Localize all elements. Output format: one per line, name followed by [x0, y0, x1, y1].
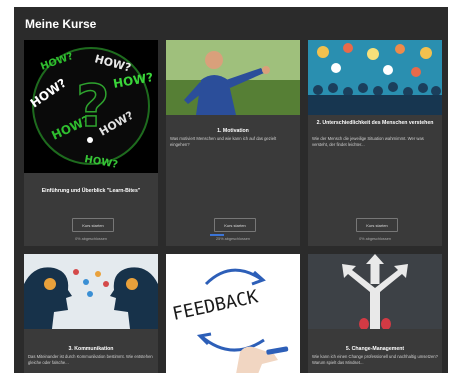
page-title: Meine Kurse — [25, 17, 97, 31]
courses-panel: Meine Kurse HOW? HOW? HOW? HOW? HOW? HOW… — [14, 7, 448, 373]
course-image-crowd[interactable] — [308, 40, 442, 115]
course-description: Was motiviert Menschen und wie kann ich … — [170, 136, 277, 147]
course-card-communication[interactable]: 3. Kommunikation Das Miteinander ist dur… — [24, 254, 158, 373]
course-title: 2. Unterschiedlichkeit des Menschen vers… — [316, 120, 434, 126]
crowd-speech-bubbles-icon — [308, 40, 442, 115]
feedback-writing-icon: FEEDBACK — [166, 254, 300, 373]
completion-text: 0% abgeschlossen — [359, 237, 391, 241]
course-image-feedback[interactable]: FEEDBACK — [166, 254, 300, 373]
course-card-diversity[interactable]: 2. Unterschiedlichkeit des Menschen vers… — [308, 40, 442, 246]
course-image-crossroads[interactable] — [308, 254, 442, 329]
course-title: Einführung und Überblick "Learn-Bites" — [41, 188, 141, 194]
course-description: Das Miteinander ist durch Kommunikation … — [28, 354, 153, 365]
course-grid: HOW? HOW? HOW? HOW? HOW? HOW? HOW? ? Ein… — [24, 40, 442, 373]
course-card-change[interactable]: 5. Change-Management Wie kann ich einen … — [308, 254, 442, 373]
start-course-button[interactable]: Kurs starten — [72, 218, 114, 232]
completion-text: 25% abgeschlossen — [216, 237, 250, 241]
start-course-button[interactable]: Kurs starten — [356, 218, 398, 232]
course-description: Wie kann ich einen Change professionell … — [312, 354, 438, 365]
course-description: Wie der Mensch die jeweilige Situation w… — [312, 136, 424, 147]
progress-bar — [210, 234, 224, 236]
course-title: 1. Motivation — [217, 128, 249, 134]
course-card-intro[interactable]: HOW? HOW? HOW? HOW? HOW? HOW? HOW? ? Ein… — [24, 40, 158, 246]
course-card-motivation[interactable]: 1. Motivation Was motiviert Menschen und… — [166, 40, 300, 246]
course-title: 3. Kommunikation — [68, 346, 114, 352]
course-title: 5. Change-Management — [345, 346, 405, 352]
how-word-cloud-icon: HOW? HOW? HOW? HOW? HOW? HOW? HOW? ? — [28, 47, 154, 171]
course-image-golfer[interactable] — [166, 40, 300, 115]
start-course-button[interactable]: Kurs starten — [214, 218, 256, 232]
completion-text: 0% abgeschlossen — [75, 237, 107, 241]
heads-gears-icon — [24, 254, 158, 329]
svg-text:?: ? — [76, 72, 110, 140]
crossroads-arrows-icon — [308, 254, 442, 329]
golfer-photo-icon — [166, 40, 300, 115]
course-image-communication[interactable] — [24, 254, 158, 329]
course-card-feedback[interactable]: FEEDBACK — [166, 254, 300, 373]
course-image-how[interactable]: HOW? HOW? HOW? HOW? HOW? HOW? HOW? ? — [24, 40, 158, 173]
